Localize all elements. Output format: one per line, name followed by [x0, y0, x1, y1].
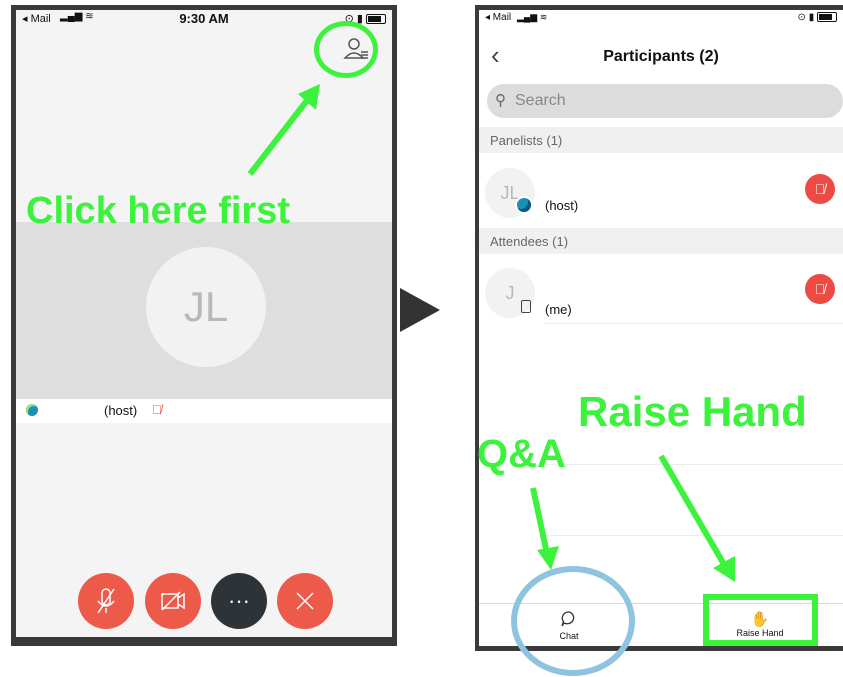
section-title: Attendees (1) — [490, 234, 569, 249]
status-back-mail[interactable]: ◂ Mail — [485, 12, 511, 23]
battery-icon: ⊙ ▮ — [798, 12, 837, 23]
participant-label: (host) — [545, 198, 579, 213]
webex-status-icon — [517, 198, 531, 212]
annotation-raise-hand: Raise Hand — [578, 388, 807, 435]
arrow-to-raise-hand — [658, 454, 735, 582]
search-placeholder: Search — [515, 92, 566, 109]
status-bar: ◂ Mail ▂▄▆ ≋ ⊙ ▮ — [479, 10, 843, 28]
section-header-attendees: Attendees (1) — [479, 228, 843, 254]
host-bar: (host) 🎙̸ — [16, 399, 392, 423]
annotation-click-here: Click here first — [26, 190, 290, 232]
participant-label: (me) — [545, 302, 572, 317]
divider — [543, 323, 843, 324]
arrow-to-chat — [530, 487, 559, 570]
camera-off-icon — [161, 591, 185, 611]
highlight-circle-chat — [511, 566, 635, 676]
mic-off-icon — [97, 588, 115, 614]
section-title: Panelists (1) — [490, 133, 563, 148]
ellipsis-icon: ··· — [228, 588, 250, 613]
phone-device-icon — [521, 300, 531, 313]
next-step-arrow — [400, 288, 440, 332]
page-title: Participants (2) — [603, 48, 719, 65]
participant-row-me[interactable]: J (me) 🎙̸ — [479, 260, 843, 322]
section-header-panelists: Panelists (1) — [479, 127, 843, 153]
arrow-to-participants — [247, 84, 320, 176]
signal-icon: ▂▄▆ ≋ — [517, 12, 548, 22]
highlight-circle-participants — [314, 21, 378, 78]
close-icon — [296, 592, 314, 610]
mute-button[interactable] — [78, 573, 134, 629]
left-phone-screen: ◂ Mail ▂▄▆ ≋ 9:30 AM ⊙ ▮ JL (host) 🎙̸ ··… — [16, 10, 392, 637]
webex-status-icon — [26, 404, 38, 416]
more-options-button[interactable]: ··· — [211, 573, 267, 629]
muted-mic-icon[interactable]: 🎙̸ — [805, 174, 835, 204]
host-label: (host) — [104, 403, 138, 418]
search-icon: ⚲ — [495, 92, 506, 109]
muted-mic-icon[interactable]: 🎙̸ — [805, 274, 835, 304]
participant-row-host[interactable]: JL (host) 🎙̸ — [479, 160, 843, 222]
search-input[interactable]: ⚲ Search — [487, 84, 843, 118]
avatar: JL — [146, 247, 266, 367]
leave-meeting-button[interactable] — [277, 573, 333, 629]
annotation-qa: Q&A — [477, 432, 566, 476]
muted-mic-icon: 🎙̸ — [152, 402, 162, 417]
video-off-button[interactable] — [145, 573, 201, 629]
highlight-box-raise-hand — [703, 594, 818, 646]
